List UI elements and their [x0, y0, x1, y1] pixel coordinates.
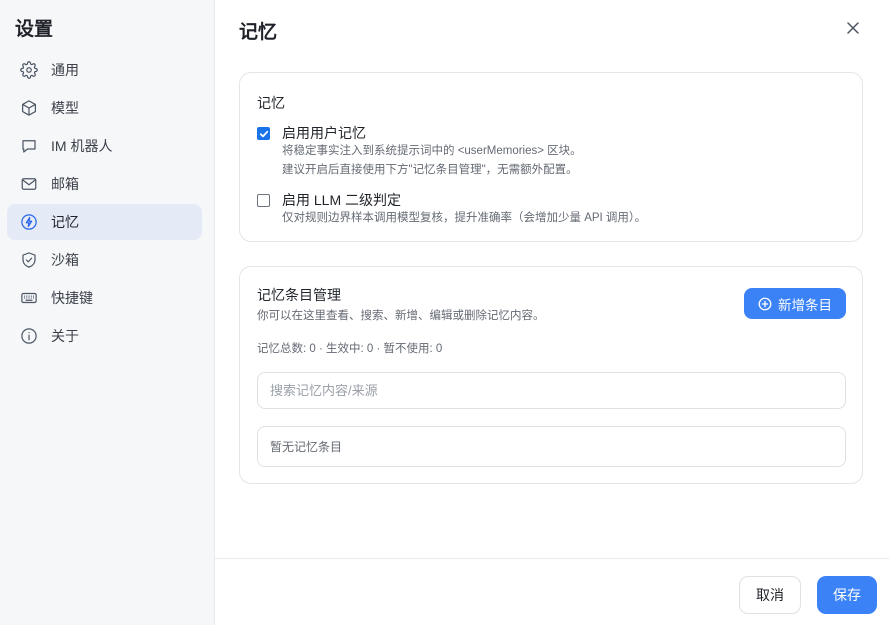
sidebar-nav: 通用 模型 IM 机器人 邮箱 记忆 沙箱 快捷键 关于: [7, 52, 202, 356]
cube-icon: [20, 99, 38, 117]
memory-stats: 记忆总数: 0 · 生效中: 0 · 暂不使用: 0: [257, 343, 443, 355]
shield-check-icon: [20, 251, 38, 269]
enable-user-memory-checkbox[interactable]: [257, 127, 270, 140]
enable-llm-judge-label[interactable]: 启用 LLM 二级判定: [282, 191, 646, 209]
sidebar-title: 设置: [15, 19, 54, 40]
sidebar-item-label: 模型: [51, 100, 79, 116]
sidebar-item-about[interactable]: 关于: [7, 318, 202, 354]
entries-card-desc: 你可以在这里查看、搜索、新增、编辑或删除记忆内容。: [257, 310, 545, 322]
enable-user-memory-desc: 将稳定事实注入到系统提示词中的 <userMemories> 区块。: [282, 145, 582, 157]
sidebar-item-label: 沙箱: [51, 252, 79, 268]
enable-llm-judge-desc: 仅对规则边界样本调用模型复核，提升准确率（会增加少量 API 调用）。: [282, 212, 647, 224]
enable-user-memory-hint: 建议开启后直接使用下方"记忆条目管理"，无需额外配置。: [282, 164, 578, 176]
main-panel: 记忆 记忆 启用用户记忆 将稳定事实注入到系统提示词中的 <userMemori…: [215, 0, 889, 625]
settings-sidebar: 设置 通用 模型 IM 机器人 邮箱 记忆 沙箱 快捷键 关于: [0, 0, 215, 625]
sidebar-item-label: 邮箱: [51, 176, 79, 192]
sidebar-item-general[interactable]: 通用: [7, 52, 202, 88]
sidebar-item-label: IM 机器人: [51, 138, 113, 154]
chat-bubble-icon: [20, 137, 38, 155]
sidebar-item-shortcuts[interactable]: 快捷键: [7, 280, 202, 316]
memory-settings-card: 记忆 启用用户记忆 将稳定事实注入到系统提示词中的 <userMemories>…: [239, 72, 863, 242]
checkmark-icon: [259, 130, 268, 137]
entries-card-title: 记忆条目管理: [257, 287, 341, 303]
memory-search-input[interactable]: [257, 372, 846, 409]
sidebar-item-model[interactable]: 模型: [7, 90, 202, 126]
mail-icon: [20, 175, 38, 193]
page-title: 记忆: [239, 22, 278, 43]
sidebar-item-label: 通用: [51, 62, 79, 78]
sidebar-item-label: 记忆: [51, 214, 79, 230]
save-button[interactable]: 保存: [817, 576, 877, 614]
plus-circle-icon: [758, 297, 772, 310]
empty-entries-message: 暂无记忆条目: [257, 426, 846, 467]
cancel-button[interactable]: 取消: [739, 576, 801, 614]
sidebar-item-memory[interactable]: 记忆: [7, 204, 202, 240]
close-button[interactable]: [842, 17, 864, 39]
enable-llm-judge-checkbox[interactable]: [257, 194, 270, 207]
sidebar-item-im-bot[interactable]: IM 机器人: [7, 128, 202, 164]
add-entry-button[interactable]: 新增条目: [744, 288, 846, 319]
enable-user-memory-label[interactable]: 启用用户记忆: [282, 124, 582, 142]
info-icon: [20, 327, 38, 345]
sidebar-item-sandbox[interactable]: 沙箱: [7, 242, 202, 278]
dialog-footer: 取消 保存: [215, 558, 889, 625]
enable-llm-judge-option: 启用 LLM 二级判定 仅对规则边界样本调用模型复核，提升准确率（会增加少量 A…: [257, 191, 646, 228]
enable-user-memory-option: 启用用户记忆 将稳定事实注入到系统提示词中的 <userMemories> 区块…: [257, 124, 582, 180]
gear-icon: [20, 61, 38, 79]
sidebar-item-mail[interactable]: 邮箱: [7, 166, 202, 202]
keyboard-icon: [20, 289, 38, 307]
sidebar-item-label: 关于: [51, 328, 79, 344]
add-entry-label: 新增条目: [778, 297, 832, 313]
memory-entries-card: 记忆条目管理 你可以在这里查看、搜索、新增、编辑或删除记忆内容。 新增条目 记忆…: [239, 266, 863, 484]
close-icon: [847, 22, 859, 34]
sidebar-item-label: 快捷键: [51, 290, 93, 306]
lightning-icon: [20, 213, 38, 231]
memory-card-title: 记忆: [257, 95, 285, 111]
